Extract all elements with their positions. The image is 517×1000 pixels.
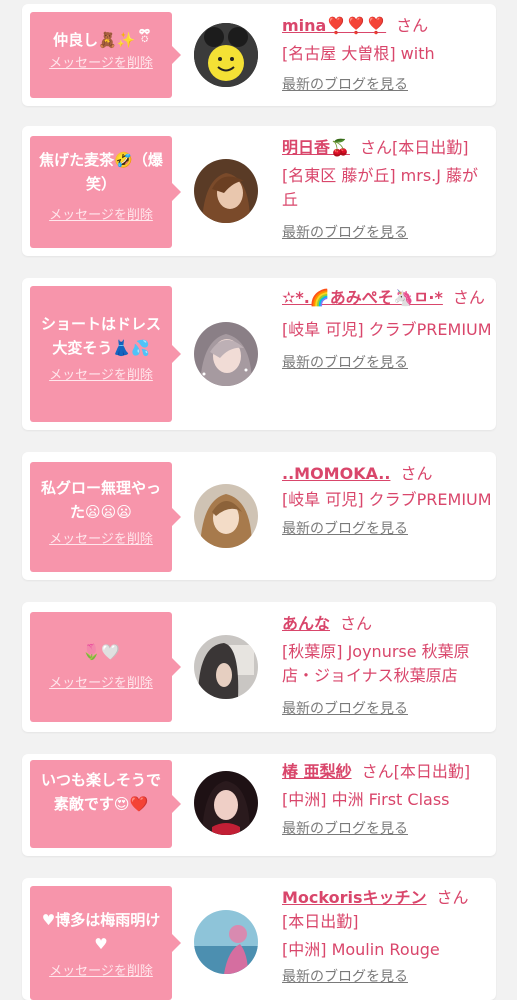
delete-message-link[interactable]: メッセージを削除 [36,366,166,386]
message-card: いつも楽しそうで素敵です😍❤️ 椿 亜梨紗 さん[本日出勤] [中洲] 中洲 Fi… [22,754,496,856]
message-text: ショートはドレス大変そう👗💦 [40,315,161,357]
latest-blog-link[interactable]: 最新のブログを見る [282,222,408,242]
avatar[interactable] [194,159,258,223]
honorific: さん [361,762,394,781]
cast-name-link[interactable]: Mockorisキッチン [282,888,427,907]
message-card: 私グロー無理やった😦😦😦 メッセージを削除 ..MOMOKA.. さん [岐阜 可… [22,452,496,580]
shop-location: [名東区 藤が丘] mrs.J 藤が丘 [282,166,479,209]
shop-location: [名古屋 大曽根] with [282,44,435,63]
avatar[interactable] [194,771,258,835]
cast-name-link[interactable]: 椿 亜梨紗 [282,762,352,781]
message-text: 私グロー無理やった😦😦😦 [40,479,161,521]
honorific: さん [400,464,433,483]
honorific: さん [396,16,429,35]
shop-location: [秋葉原] Joynurse 秋葉原店・ジョイナス秋葉原店 [282,642,470,685]
message-text: 仲良し🧸✨ ྀི [53,31,149,49]
message-bubble: 焦げた麦茶🤣（爆笑） メッセージを削除 [30,136,181,248]
honorific: さん [452,288,485,307]
avatar[interactable] [194,635,258,699]
message-card: 仲良し🧸✨ ྀི メッセージを削除 mina❣️❣️❣️ さん [名古屋 大曽根]… [22,4,496,106]
work-status: [本日出勤] [391,138,469,157]
message-card: 焦げた麦茶🤣（爆笑） メッセージを削除 明日香🍒 さん[本日出勤] [名東区 藤が… [22,126,496,256]
honorific: さん [436,888,469,907]
honorific: さん [340,614,373,633]
delete-message-link[interactable]: メッセージを削除 [36,674,166,694]
message-card: 🌷🤍 メッセージを削除 あんな さん [秋葉原] Joynurse 秋葉原店・ジョ… [22,602,496,732]
latest-blog-link[interactable]: 最新のブログを見る [282,698,408,718]
message-bubble: 私グロー無理やった😦😦😦 メッセージを削除 [30,462,181,572]
honorific: さん [359,138,392,157]
message-card: ショートはドレス大変そう👗💦 メッセージを削除 ✫*.🌈あみぺそ🦄ㅁ·* さん [… [22,278,496,430]
message-text: 🌷🤍 [82,643,120,661]
avatar[interactable] [194,910,258,974]
delete-message-link[interactable]: メッセージを削除 [36,962,166,982]
message-bubble: ショートはドレス大変そう👗💦 メッセージを削除 [30,286,181,422]
cast-name-link[interactable]: 明日香🍒 [282,138,350,157]
shop-location: [中洲] 中洲 First Class [282,790,450,809]
latest-blog-link[interactable]: 最新のブログを見る [282,518,408,538]
cast-name-link[interactable]: mina❣️❣️❣️ [282,16,386,35]
shop-location: [岐阜 可児] クラブPREMIUM [282,490,492,509]
avatar[interactable] [194,484,258,548]
message-text: いつも楽しそうで素敵です😍❤️ [40,771,161,813]
cast-name-link[interactable]: ..MOMOKA.. [282,464,390,483]
avatar[interactable] [194,322,258,386]
message-text: 焦げた麦茶🤣（爆笑） [39,151,163,193]
latest-blog-link[interactable]: 最新のブログを見る [282,818,408,838]
cast-name-link[interactable]: あんな [282,614,330,633]
message-bubble: いつも楽しそうで素敵です😍❤️ [30,760,181,848]
avatar[interactable] [194,23,258,87]
shop-location: [岐阜 可児] クラブPREMIUM [282,320,492,339]
work-status: [本日出勤] [282,912,359,931]
latest-blog-link[interactable]: 最新のブログを見る [282,966,408,986]
work-status: [本日出勤] [393,762,471,781]
message-card: ♥博多は梅雨明け♥ メッセージを削除 Mockorisキッチン さん [本日出勤]… [22,878,496,1000]
latest-blog-link[interactable]: 最新のブログを見る [282,74,408,94]
delete-message-link[interactable]: メッセージを削除 [36,530,166,550]
message-bubble: ♥博多は梅雨明け♥ メッセージを削除 [30,886,181,1000]
latest-blog-link[interactable]: 最新のブログを見る [282,352,408,372]
delete-message-link[interactable]: メッセージを削除 [36,54,166,74]
cast-name-link[interactable]: ✫*.🌈あみぺそ🦄ㅁ·* [282,288,443,307]
delete-message-link[interactable]: メッセージを削除 [36,206,166,226]
message-text: ♥博多は梅雨明け♥ [41,911,161,953]
message-bubble: 🌷🤍 メッセージを削除 [30,612,181,722]
message-bubble: 仲良し🧸✨ ྀི メッセージを削除 [30,12,181,98]
shop-location: [中洲] Moulin Rouge [282,940,440,959]
